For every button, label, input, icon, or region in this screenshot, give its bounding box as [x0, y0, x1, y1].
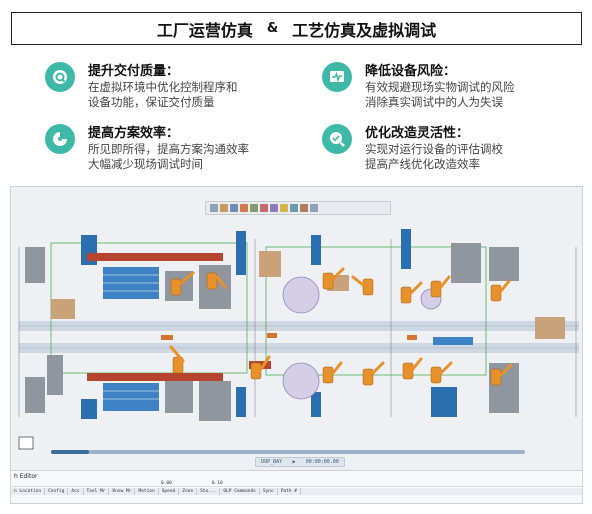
pulse-monitor-icon	[322, 62, 352, 92]
feature-quality: 提升交付质量： 在虚拟环境中优化控制程序和 设备功能，保证交付质量	[45, 60, 305, 116]
feature-text: 消除真实调试中的人为失误	[365, 95, 503, 109]
column-header[interactable]: OLP Commands	[220, 488, 260, 495]
editor-toolbar[interactable]: 0.00 0.10	[11, 481, 582, 487]
feature-heading: 提高方案效率：	[88, 126, 180, 141]
pie-chart-icon	[45, 124, 75, 154]
column-header[interactable]: Zone	[179, 488, 198, 495]
editor-value[interactable]: 0.10	[212, 481, 223, 486]
feature-heading: 降低设备风险：	[365, 64, 457, 79]
render-icon[interactable]	[270, 204, 278, 212]
feature-text: 提高产线优化改造效率	[365, 157, 480, 171]
feature-text: 有效规避现场实物调试的风险	[365, 80, 515, 94]
column-header[interactable]: Sto...	[197, 488, 221, 495]
simulation-viewport[interactable]: DOP_BAY ▶ 00:00:00.00 h Editor 0.00 0.10…	[10, 186, 583, 504]
feature-heading: 提升交付质量：	[88, 64, 180, 79]
column-header[interactable]: Motion	[135, 488, 159, 495]
select-icon[interactable]	[280, 204, 288, 212]
play-icon[interactable]: ▶	[292, 459, 295, 465]
page-title: 工厂运营仿真 & 工艺仿真及虚拟调试	[11, 12, 582, 45]
column-header[interactable]: Sync	[260, 488, 278, 495]
path-editor: h Editor 0.00 0.10 n Location Config Acc…	[11, 470, 582, 503]
zoom-icon[interactable]	[210, 204, 218, 212]
simulation-timeline[interactable]	[51, 450, 525, 454]
fit-icon[interactable]	[220, 204, 228, 212]
pan-icon[interactable]	[240, 204, 248, 212]
feature-text: 所见即所得，提高方案沟通效率	[88, 142, 249, 156]
settings-icon[interactable]	[310, 204, 318, 212]
q-badge-icon	[45, 62, 75, 92]
rotate-icon[interactable]	[230, 204, 238, 212]
feature-risk: 降低设备风险： 有效规避现场实物调试的风险 消除真实调试中的人为失误	[322, 60, 582, 116]
feature-text: 设备功能，保证交付质量	[88, 95, 215, 109]
timeline-progress	[51, 450, 89, 454]
column-header[interactable]: n Location	[11, 488, 46, 495]
feature-flexibility: 优化改造灵活性： 实现对运行设备的评估调校 提高产线优化改造效率	[322, 122, 582, 178]
snap-icon[interactable]	[300, 204, 308, 212]
search-check-icon	[322, 124, 352, 154]
column-header[interactable]: Config	[45, 488, 69, 495]
column-header[interactable]: Acc	[68, 488, 84, 495]
title-right: 工艺仿真及虚拟调试	[292, 20, 437, 40]
player-controls[interactable]: DOP_BAY ▶ 00:00:00.00	[255, 457, 345, 467]
view-toolbar[interactable]	[205, 201, 391, 215]
feature-text: 大幅减少现场调试时间	[88, 157, 203, 171]
column-header[interactable]: Path #	[278, 488, 301, 495]
page: 工厂运营仿真 & 工艺仿真及虚拟调试 提升交付质量： 在虚拟环境中优化控制程序和…	[0, 0, 592, 514]
player-label: DOP_BAY	[261, 459, 283, 465]
feature-heading: 优化改造灵活性：	[365, 126, 470, 141]
editor-value[interactable]: 0.00	[161, 481, 172, 486]
feature-efficiency: 提高方案效率： 所见即所得，提高方案沟通效率 大幅减少现场调试时间	[45, 122, 305, 178]
section-icon[interactable]	[260, 204, 268, 212]
measure-icon[interactable]	[290, 204, 298, 212]
column-header[interactable]: Know Mr	[109, 488, 136, 495]
editor-columns: n Location Config Acc Tool Mr Know Mr Mo…	[11, 488, 582, 495]
feature-text: 在虚拟环境中优化控制程序和	[88, 80, 238, 94]
title-ampersand: &	[266, 21, 279, 36]
view-icon[interactable]	[250, 204, 258, 212]
title-left: 工厂运营仿真	[156, 20, 253, 40]
column-header[interactable]: Tool Mr	[84, 488, 110, 495]
player-time: 00:00:00.00	[305, 459, 339, 465]
feature-text: 实现对运行设备的评估调校	[365, 142, 503, 156]
editor-title: h Editor	[14, 473, 38, 480]
column-header[interactable]: Speed	[159, 488, 180, 495]
